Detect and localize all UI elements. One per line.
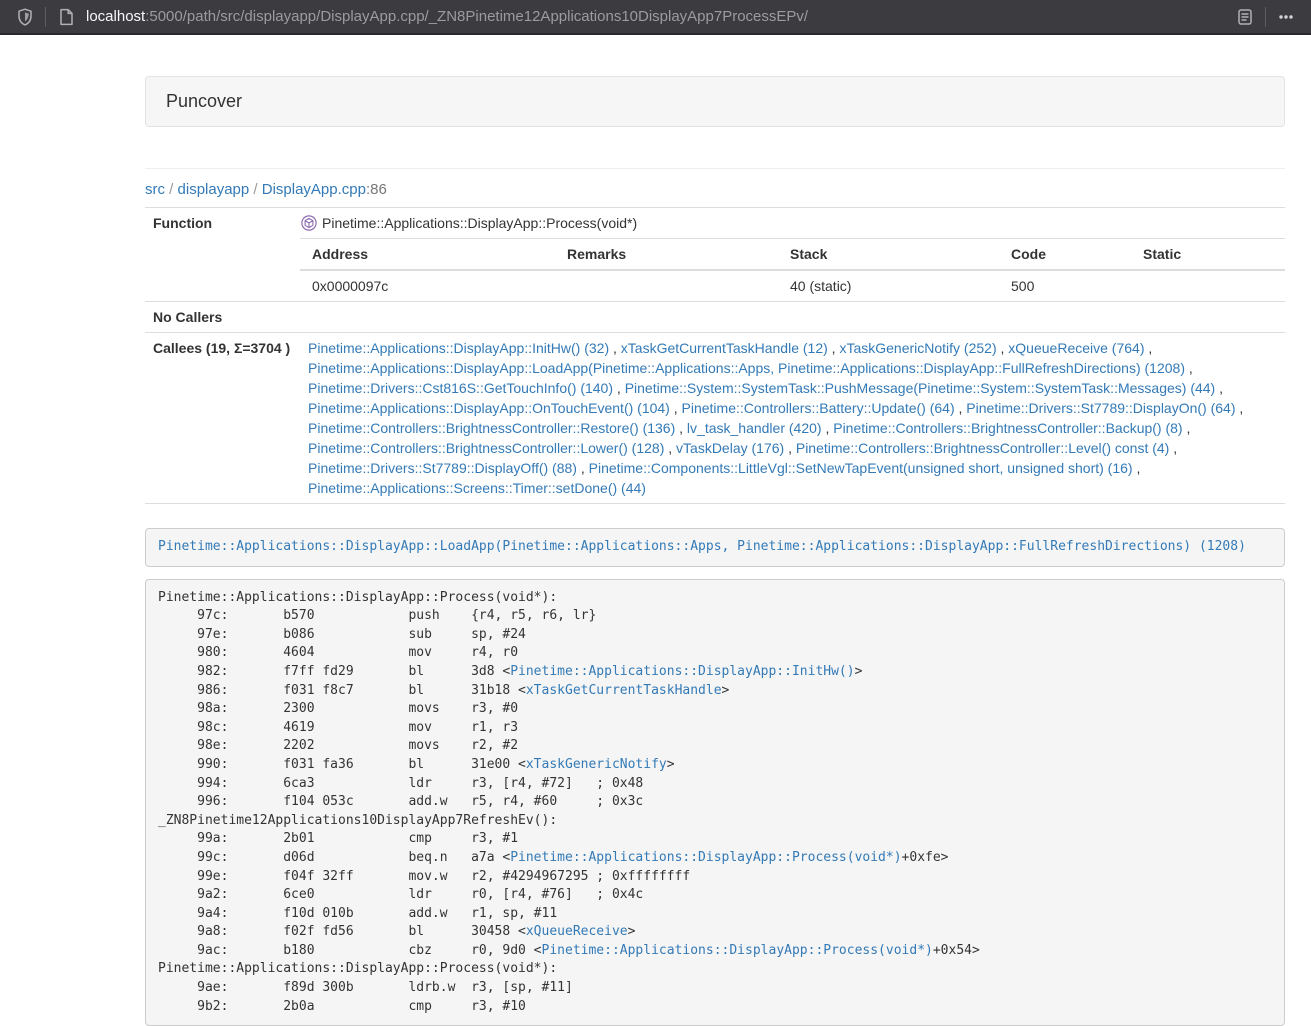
callee-link[interactable]: Pinetime::System::SystemTask::PushMessag…	[625, 380, 1216, 396]
callee-link[interactable]: Pinetime::Controllers::BrightnessControl…	[833, 420, 1182, 436]
callee-link[interactable]: Pinetime::Controllers::BrightnessControl…	[308, 440, 664, 456]
app-header-panel: Puncover	[145, 76, 1285, 127]
stats-data-row: 0x0000097c 40 (static) 500	[300, 270, 1285, 301]
url-host: localhost	[86, 8, 145, 25]
callee-link[interactable]: lv_task_handler (420)	[687, 420, 822, 436]
column-header: Remarks	[559, 239, 782, 270]
divider	[145, 168, 1285, 169]
toolbar-separator	[1265, 7, 1266, 27]
function-label: Function	[145, 208, 300, 302]
callees-row: Callees (19, Σ=3704 ) Pinetime::Applicat…	[145, 333, 1285, 504]
disasm-symbol-link[interactable]: Pinetime::Applications::DisplayApp::Proc…	[510, 850, 901, 865]
stats-header-row: AddressRemarksStackCodeStatic	[300, 239, 1285, 270]
column-header: Address	[300, 239, 559, 270]
callee-link[interactable]: Pinetime::Drivers::St7789::DisplayOn() (…	[966, 400, 1235, 416]
page-icon[interactable]	[55, 6, 77, 28]
breadcrumb-link[interactable]: DisplayApp.cpp	[262, 181, 366, 198]
static-value	[1135, 270, 1285, 301]
breadcrumb-line-number: :86	[366, 181, 387, 198]
url-path: :5000/path/src/displayapp/DisplayApp.cpp…	[145, 8, 808, 25]
disasm-symbol-link[interactable]: xTaskGetCurrentTaskHandle	[526, 683, 722, 698]
callee-separator: ,	[1236, 400, 1244, 416]
callee-link[interactable]: Pinetime::Controllers::BrightnessControl…	[796, 440, 1169, 456]
address-value: 0x0000097c	[300, 270, 559, 301]
callee-separator: ,	[784, 440, 796, 456]
url-field[interactable]: localhost:5000/path/src/displayapp/Displ…	[86, 8, 1234, 25]
callee-link[interactable]: Pinetime::Drivers::St7789::DisplayOff() …	[308, 460, 577, 476]
symbol-method-icon	[301, 215, 317, 231]
column-header: Stack	[782, 239, 1003, 270]
callee-link[interactable]: Pinetime::Components::LittleVgl::SetNewT…	[589, 460, 1133, 476]
breadcrumb: src / displayapp / DisplayApp.cpp:86	[145, 180, 1285, 200]
remarks-value	[559, 270, 782, 301]
callee-separator: ,	[664, 440, 676, 456]
callee-link[interactable]: xTaskGenericNotify (252)	[839, 340, 996, 356]
disasm-symbol-link[interactable]: Pinetime::Applications::DisplayApp::Proc…	[542, 943, 933, 958]
stack-value: 40 (static)	[782, 270, 1003, 301]
callee-separator: ,	[1215, 380, 1223, 396]
callee-link[interactable]: Pinetime::Applications::DisplayApp::Init…	[308, 340, 609, 356]
callee-separator: ,	[670, 400, 682, 416]
callee-separator: ,	[822, 420, 834, 436]
code-size-value: 500	[1003, 270, 1135, 301]
callee-link[interactable]: Pinetime::Drivers::Cst816S::GetTouchInfo…	[308, 380, 613, 396]
callee-separator: ,	[577, 460, 589, 476]
function-stats-table: AddressRemarksStackCodeStatic 0x0000097c…	[300, 239, 1285, 301]
function-name-row: Pinetime::Applications::DisplayApp::Proc…	[300, 208, 1285, 239]
function-detail-table: Function Pinetime::Applications::Display…	[145, 207, 1285, 504]
callee-separator: ,	[1183, 420, 1191, 436]
callee-link[interactable]: xTaskGetCurrentTaskHandle (12)	[621, 340, 828, 356]
menu-ellipsis-icon[interactable]	[1275, 6, 1297, 28]
breadcrumb-separator: /	[249, 181, 262, 198]
page-title: Puncover	[166, 91, 242, 112]
callee-separator: ,	[997, 340, 1009, 356]
page-content: Puncover src / displayapp / DisplayApp.c…	[145, 76, 1285, 1026]
callee-separator: ,	[1144, 340, 1152, 356]
callee-link[interactable]: Pinetime::Applications::Screens::Timer::…	[308, 480, 646, 496]
callee-separator: ,	[1185, 360, 1193, 376]
callers-cell	[300, 302, 1285, 333]
column-header: Code	[1003, 239, 1135, 270]
callee-separator: ,	[1133, 460, 1141, 476]
disasm-symbol-link[interactable]: xTaskGenericNotify	[526, 757, 667, 772]
function-name: Pinetime::Applications::DisplayApp::Proc…	[322, 213, 637, 233]
callee-separator: ,	[609, 340, 621, 356]
callees-label: Callees (19, Σ=3704 )	[145, 333, 300, 504]
callee-link[interactable]: Pinetime::Applications::DisplayApp::Load…	[308, 360, 1185, 376]
callee-link[interactable]: Pinetime::Applications::DisplayApp::OnTo…	[308, 400, 670, 416]
breadcrumb-separator: /	[165, 181, 178, 198]
shield-icon[interactable]	[14, 6, 36, 28]
selected-callee-box: Pinetime::Applications::DisplayApp::Load…	[145, 528, 1285, 567]
callee-separator: ,	[955, 400, 967, 416]
no-callers-label: No Callers	[145, 302, 300, 333]
callees-cell: Pinetime::Applications::DisplayApp::Init…	[300, 333, 1285, 504]
callee-link[interactable]: vTaskDelay (176)	[676, 440, 784, 456]
disassembly-block: Pinetime::Applications::DisplayApp::Proc…	[145, 579, 1285, 1026]
callee-separator: ,	[1169, 440, 1177, 456]
column-header: Static	[1135, 239, 1285, 270]
reader-mode-icon[interactable]	[1234, 6, 1256, 28]
callee-separator: ,	[675, 420, 687, 436]
callee-separator: ,	[828, 340, 840, 356]
selected-callee-link[interactable]: Pinetime::Applications::DisplayApp::Load…	[158, 539, 1246, 554]
breadcrumb-link[interactable]: displayapp	[178, 181, 250, 198]
disasm-symbol-link[interactable]: xQueueReceive	[526, 924, 628, 939]
callee-separator: ,	[613, 380, 625, 396]
callee-link[interactable]: Pinetime::Controllers::Battery::Update()…	[682, 400, 955, 416]
browser-toolbar: localhost:5000/path/src/displayapp/Displ…	[0, 0, 1311, 35]
breadcrumb-link[interactable]: src	[145, 181, 165, 198]
callee-link[interactable]: xQueueReceive (764)	[1008, 340, 1144, 356]
disasm-symbol-link[interactable]: Pinetime::Applications::DisplayApp::Init…	[510, 664, 854, 679]
callee-link[interactable]: Pinetime::Controllers::BrightnessControl…	[308, 420, 675, 436]
callers-row: No Callers	[145, 302, 1285, 333]
function-row: Function Pinetime::Applications::Display…	[145, 208, 1285, 302]
toolbar-separator	[45, 7, 46, 27]
